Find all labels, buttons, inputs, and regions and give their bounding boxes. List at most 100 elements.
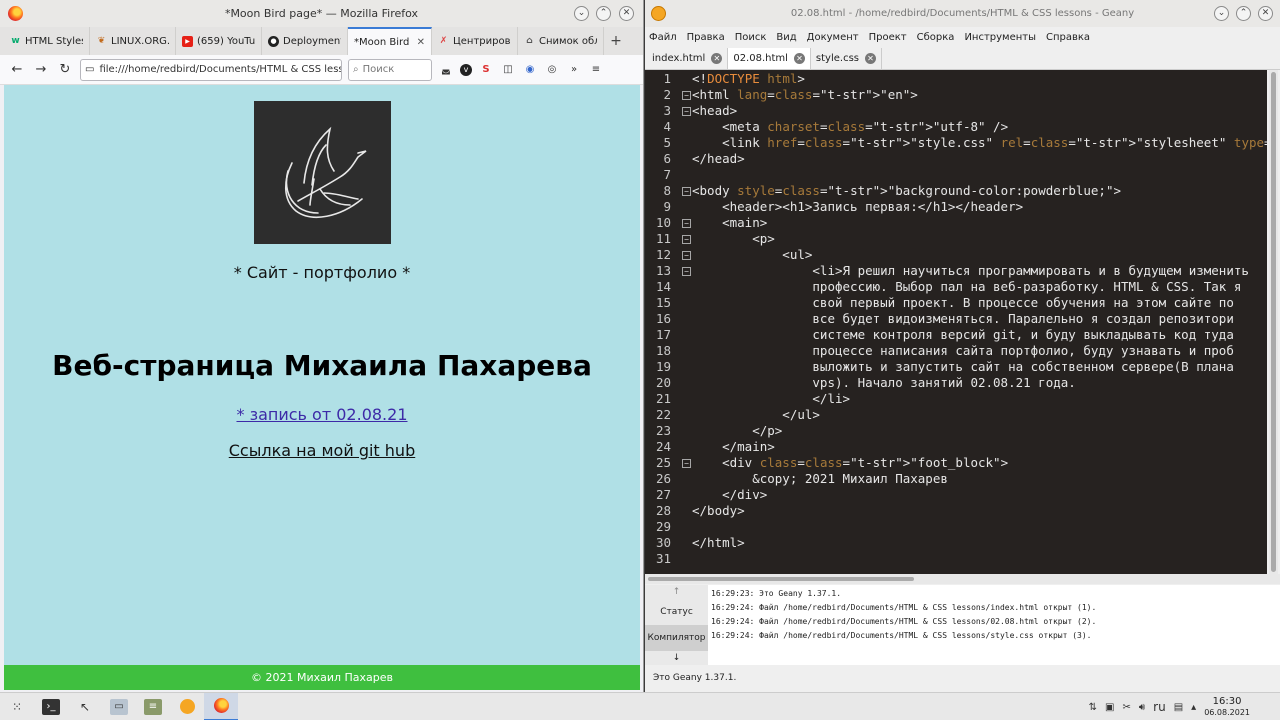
menu-help[interactable]: Справка (1046, 32, 1090, 43)
tab-moon-bird[interactable]: *Moon Bird pa ✕ (348, 27, 432, 55)
tab-centering[interactable]: ✗ Центрирован (432, 27, 518, 55)
code-line[interactable]: <!DOCTYPE html> (692, 71, 805, 87)
code-line[interactable]: &copy; 2021 Михаил Пахарев (692, 471, 948, 487)
fold-toggle-icon[interactable]: − (682, 459, 691, 468)
code-line[interactable]: <main> (692, 215, 767, 231)
close-button[interactable]: ✕ (619, 6, 634, 21)
taskbar-files[interactable]: ▭ (102, 693, 136, 720)
close-tab-icon[interactable]: ✕ (711, 53, 723, 64)
menu-project[interactable]: Проект (869, 32, 907, 43)
new-tab-button[interactable]: + (604, 27, 628, 55)
taskbar-geany[interactable] (170, 693, 204, 720)
tab-linux-org[interactable]: ❦ LINUX.ORG.RU (90, 27, 176, 55)
code-line[interactable]: </div> (692, 487, 767, 503)
tab-compiler[interactable]: Компилятор (645, 625, 708, 651)
code-line[interactable]: свой первый проект. В процессе обучения … (692, 295, 1233, 311)
url-bar[interactable]: ▭ file:///home/redbird/Documents/HTML & … (80, 58, 342, 81)
editor-horizontal-scrollbar[interactable] (645, 574, 1280, 584)
minimize-button[interactable]: ⌄ (574, 6, 589, 21)
menu-build[interactable]: Сборка (917, 32, 955, 43)
scroll-thumb[interactable] (1271, 72, 1276, 572)
network-icon[interactable]: ⇅ (1089, 702, 1097, 713)
back-icon[interactable]: ← (8, 61, 26, 79)
scroll-down-icon[interactable]: ↓ (645, 651, 708, 665)
search-box[interactable]: ⌕ Поиск (348, 58, 432, 81)
page-info-icon[interactable]: ▭ (85, 64, 94, 75)
minimize-button[interactable]: ⌄ (1214, 6, 1229, 21)
fold-toggle-icon[interactable]: − (682, 187, 691, 196)
geany-titlebar[interactable]: 02.08.html - /home/redbird/Documents/HTM… (645, 0, 1280, 27)
menu-file[interactable]: Файл (649, 32, 677, 43)
code-line[interactable]: процессе написания сайта портфолио, буду… (692, 343, 1233, 359)
media-icon[interactable]: ◎ (544, 62, 560, 78)
tab-youtube[interactable]: ▶ (659) YouTube (176, 27, 262, 55)
code-line[interactable]: </ul> (692, 407, 820, 423)
code-line[interactable]: </body> (692, 503, 745, 519)
code-line[interactable]: <head> (692, 103, 737, 119)
extension-cloud-icon[interactable]: ◉ (522, 62, 538, 78)
notes-icon[interactable]: ▣ (1105, 702, 1114, 713)
code-line[interactable]: системе контроля версий git, и буду выкл… (692, 327, 1233, 343)
editor-vertical-scrollbar[interactable] (1269, 70, 1278, 574)
code-line[interactable]: <li>Я решил научиться программировать и … (692, 263, 1249, 279)
menu-search[interactable]: Поиск (735, 32, 767, 43)
firefox-titlebar[interactable]: *Moon Bird page* — Mozilla Firefox ⌄ ⌃ ✕ (0, 0, 643, 27)
code-line[interactable]: <p> (692, 231, 775, 247)
code-line[interactable]: <meta charset=class="t-str">"utf-8" /> (692, 119, 1008, 135)
taskbar-archive[interactable]: ≡ (136, 693, 170, 720)
github-link[interactable]: Ссылка на мой git hub (229, 441, 415, 460)
reader-icon[interactable]: ◫ (500, 62, 516, 78)
code-line[interactable]: </p> (692, 423, 782, 439)
tab-html-styles[interactable]: w HTML Styles C (4, 27, 90, 55)
fold-toggle-icon[interactable]: − (682, 251, 691, 260)
code-line[interactable]: все будет видоизменяться. Паралельно я с… (692, 311, 1233, 327)
forward-icon[interactable]: → (32, 61, 50, 79)
entry-link[interactable]: * запись от 02.08.21 (236, 405, 407, 424)
fold-toggle-icon[interactable]: − (682, 267, 691, 276)
tab-status[interactable]: Статус (645, 601, 708, 623)
code-line[interactable]: <header><h1>Запись первая:</h1></header> (692, 199, 1023, 215)
clock[interactable]: 16:30 06.08.2021 (1204, 696, 1250, 718)
scroll-thumb[interactable] (648, 577, 914, 581)
menu-edit[interactable]: Правка (687, 32, 725, 43)
scroll-up-icon[interactable]: ↑ (645, 585, 708, 599)
reload-icon[interactable]: ↻ (56, 61, 74, 79)
code-line[interactable]: <html lang=class="t-str">"en"> (692, 87, 918, 103)
doc-tab-style[interactable]: style.css ✕ (811, 48, 882, 69)
code-line[interactable]: профессию. Выбор пал на веб-разработку. … (692, 279, 1241, 295)
close-tab-icon[interactable]: ✕ (793, 53, 805, 64)
code-line[interactable]: <ul> (692, 247, 812, 263)
close-button[interactable]: ✕ (1258, 6, 1273, 21)
doc-tab-index[interactable]: index.html ✕ (647, 48, 729, 69)
code-area[interactable]: <!DOCTYPE html> <html lang=class="t-str">… (692, 70, 1267, 574)
tools-icon[interactable]: ✂ (1122, 702, 1130, 713)
app-menu-button[interactable]: ⁙ (0, 693, 34, 720)
extension-s-icon[interactable]: S (478, 62, 494, 78)
volume-icon[interactable]: 🔊︎ (1139, 702, 1145, 713)
keyboard-layout[interactable]: ru (1153, 700, 1166, 714)
code-line[interactable]: <link href=class="t-str">"style.css" rel… (692, 135, 1267, 151)
menu-document[interactable]: Документ (807, 32, 859, 43)
code-line[interactable]: </head> (692, 151, 745, 167)
fold-toggle-icon[interactable]: − (682, 107, 691, 116)
tray-expand-icon[interactable]: ▴ (1191, 702, 1196, 713)
tab-deployments[interactable]: ● Deployments (262, 27, 348, 55)
code-line[interactable]: <body style=class="t-str">"background-co… (692, 183, 1121, 199)
menu-tools[interactable]: Инструменты (964, 32, 1036, 43)
code-line[interactable]: vps). Начало занятий 02.08.21 года. (692, 375, 1075, 391)
vpn-icon[interactable]: v (460, 63, 472, 76)
code-line[interactable]: </li> (692, 391, 850, 407)
clipboard-icon[interactable]: ▤ (1174, 702, 1183, 713)
taskbar-mouse-settings[interactable]: ↖ (68, 693, 102, 720)
close-tab-icon[interactable]: ✕ (865, 53, 876, 64)
code-editor[interactable]: 1 2 − 3 − 4 5 6 7 8 − 9 10 − 11 − 12 − 13 − 14 15 16 17 18 19 20 21… (645, 70, 1267, 574)
maximize-button[interactable]: ⌃ (1236, 6, 1251, 21)
hamburger-menu-icon[interactable]: ≡ (588, 62, 604, 78)
taskbar-firefox[interactable] (204, 692, 238, 720)
overflow-menu-icon[interactable]: » (566, 62, 582, 78)
code-line[interactable]: </html> (692, 535, 745, 551)
menu-view[interactable]: Вид (776, 32, 796, 43)
pocket-icon[interactable]: ◛ (438, 62, 454, 78)
code-line[interactable]: </main> (692, 439, 775, 455)
fold-toggle-icon[interactable]: − (682, 219, 691, 228)
